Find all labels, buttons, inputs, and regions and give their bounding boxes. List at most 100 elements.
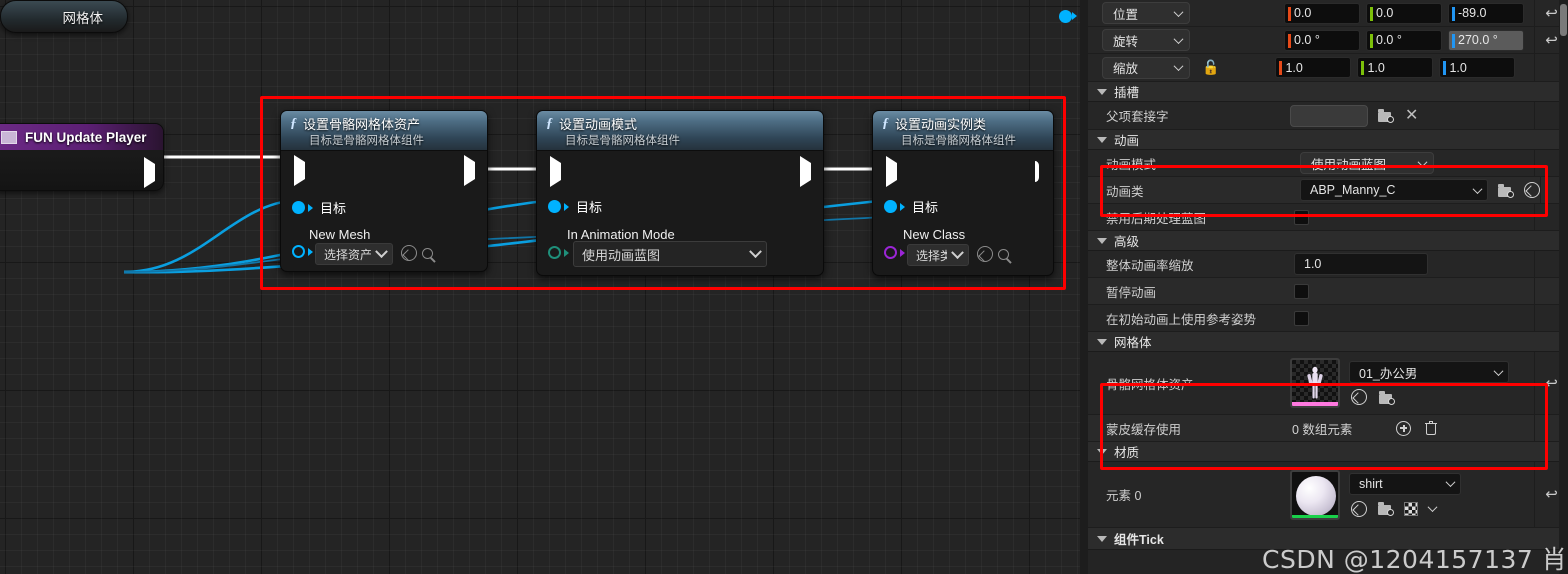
reset-arrow-icon[interactable] bbox=[1351, 500, 1367, 517]
row-use-ref-pose[interactable]: 在初始动画上使用参考姿势 bbox=[1088, 305, 1568, 332]
scale-z-field[interactable]: 1.0 bbox=[1439, 57, 1516, 78]
row-skeletal-mesh-asset[interactable]: 骨骼网格体资产 01_办公男 ↩ bbox=[1088, 352, 1568, 415]
row-label: 暂停动画 bbox=[1106, 285, 1157, 300]
delete-icon[interactable] bbox=[1425, 421, 1438, 435]
new-mesh-pin[interactable] bbox=[292, 245, 305, 258]
animation-mode-dropdown[interactable]: 使用动画蓝图 bbox=[573, 241, 767, 267]
rotation-x-field[interactable]: 0.0 ° bbox=[1284, 29, 1360, 51]
select-class-dropdown[interactable]: 选择类 bbox=[907, 244, 969, 266]
exec-in-pin[interactable] bbox=[294, 155, 305, 186]
new-class-tools[interactable] bbox=[977, 246, 1009, 262]
browse-magnifier-icon[interactable] bbox=[998, 248, 1009, 260]
browse-magnifier-icon[interactable] bbox=[422, 247, 433, 259]
transform-row-rotation[interactable]: 旋转 0.0 ° 0.0 ° 270.0 ° ↩ bbox=[1088, 27, 1568, 54]
row-parent-socket[interactable]: 父项套接字 ✕ bbox=[1088, 102, 1568, 130]
section-title: 插槽 bbox=[1114, 86, 1140, 100]
location-x-field[interactable]: 0.0 bbox=[1284, 2, 1360, 24]
section-header-advanced[interactable]: 高级 bbox=[1088, 231, 1568, 251]
function-node-set-animation-mode[interactable]: ƒ 设置动画模式 目标是骨骼网格体组件 目标 In Animation Mode bbox=[536, 110, 824, 276]
details-panel[interactable]: 位置 0.0 0.0 -89.0 ↩ 旋转 0.0 ° 0.0 ° 270.0 … bbox=[1088, 0, 1568, 574]
function-node-set-anim-instance-class[interactable]: ƒ 设置动画实例类 目标是骨骼网格体组件 目标 New Class 选择 bbox=[872, 110, 1054, 276]
new-mesh-pin-row[interactable] bbox=[292, 245, 313, 258]
animation-mode-dropdown[interactable]: 使用动画蓝图 bbox=[1300, 152, 1434, 174]
target-pin[interactable] bbox=[884, 200, 897, 213]
mannequin-thumbnail[interactable] bbox=[1290, 358, 1340, 408]
in-animation-mode-pin-row[interactable] bbox=[548, 246, 569, 259]
row-disable-postprocess[interactable]: 禁用后期处理蓝图 bbox=[1088, 204, 1568, 231]
scale-y-field[interactable]: 1.0 bbox=[1357, 57, 1434, 78]
transform-row-scale[interactable]: 缩放 🔓 1.0 1.0 1.0 bbox=[1088, 54, 1568, 82]
undo-arrow-icon: ↩ bbox=[1545, 486, 1558, 503]
exec-out-pin[interactable] bbox=[464, 155, 475, 186]
exec-in-pin[interactable] bbox=[886, 156, 897, 187]
browse-folder-icon[interactable] bbox=[1379, 390, 1395, 405]
anim-class-dropdown[interactable]: ABP_Manny_C bbox=[1300, 179, 1488, 201]
global-anim-rate-field[interactable]: 1.0 bbox=[1294, 253, 1428, 275]
reset-arrow-icon[interactable] bbox=[401, 245, 417, 261]
row-pause-anims[interactable]: 暂停动画 bbox=[1088, 278, 1568, 305]
section-header-component-tick[interactable]: 组件Tick bbox=[1088, 528, 1568, 550]
thumbnail-floor bbox=[1292, 514, 1338, 518]
row-anim-class[interactable]: 动画类 ABP_Manny_C bbox=[1088, 177, 1568, 204]
target-pin[interactable] bbox=[292, 201, 305, 214]
row-global-anim-rate-scale[interactable]: 整体动画率缩放 1.0 bbox=[1088, 251, 1568, 278]
target-pin-row[interactable]: 目标 bbox=[884, 197, 938, 216]
parent-socket-input[interactable] bbox=[1290, 104, 1368, 127]
section-header-mesh[interactable]: 网格体 bbox=[1088, 332, 1568, 352]
pause-anims-checkbox[interactable] bbox=[1294, 283, 1309, 299]
new-class-pin[interactable] bbox=[884, 246, 897, 259]
add-element-icon[interactable] bbox=[1396, 420, 1412, 436]
clear-x-icon[interactable]: ✕ bbox=[1405, 107, 1418, 124]
section-header-animation[interactable]: 动画 bbox=[1088, 130, 1568, 150]
section-title: 网格体 bbox=[1114, 336, 1152, 350]
row-animation-mode[interactable]: 动画模式 使用动画蓝图 bbox=[1088, 150, 1568, 177]
mesh-output-pin[interactable] bbox=[1059, 10, 1072, 23]
browse-folder-icon[interactable] bbox=[1378, 109, 1394, 123]
exec-in-pin[interactable] bbox=[550, 156, 561, 187]
blueprint-graph-canvas[interactable]: FUN Update Player 网格体 ƒ 设置骨骼网格体资产 目标是骨骼网… bbox=[0, 0, 1080, 574]
use-ref-pose-checkbox[interactable] bbox=[1294, 310, 1309, 326]
reset-arrow-icon[interactable] bbox=[977, 246, 993, 262]
row-element-0[interactable]: 元素 0 shirt ↩ bbox=[1088, 462, 1568, 528]
transform-row-location[interactable]: 位置 0.0 0.0 -89.0 ↩ bbox=[1088, 0, 1568, 27]
location-y-field[interactable]: 0.0 bbox=[1366, 2, 1442, 24]
in-animation-mode-pin[interactable] bbox=[548, 246, 561, 259]
select-asset-dropdown[interactable]: 选择资产 bbox=[315, 243, 393, 265]
material-dropdown[interactable]: shirt bbox=[1349, 472, 1461, 495]
exec-out-pin-unconnected[interactable] bbox=[1035, 161, 1039, 182]
target-pin-row[interactable]: 目标 bbox=[292, 198, 346, 217]
event-node-fun-update-player[interactable]: FUN Update Player bbox=[0, 123, 164, 191]
browse-folder-icon[interactable] bbox=[1498, 183, 1514, 198]
browse-folder-icon[interactable] bbox=[1378, 502, 1394, 516]
reset-arrow-icon[interactable] bbox=[1524, 182, 1540, 198]
section-header-socket[interactable]: 插槽 bbox=[1088, 82, 1568, 102]
rotation-z-field[interactable]: 270.0 ° bbox=[1448, 29, 1524, 51]
chevron-down-icon[interactable] bbox=[1427, 502, 1438, 513]
location-z-field[interactable]: -89.0 bbox=[1448, 2, 1524, 24]
disable-postprocess-checkbox[interactable] bbox=[1294, 209, 1309, 225]
panel-scrollbar[interactable] bbox=[1559, 0, 1568, 574]
unlock-icon[interactable]: 🔓 bbox=[1202, 59, 1219, 76]
scale-label: 缩放 bbox=[1113, 62, 1139, 76]
panel-scrollbar-thumb[interactable] bbox=[1560, 4, 1567, 36]
rotation-combo[interactable]: 旋转 bbox=[1102, 29, 1190, 51]
skeletal-mesh-dropdown[interactable]: 01_办公男 bbox=[1349, 361, 1509, 383]
variable-node-mesh[interactable]: 网格体 bbox=[0, 0, 1077, 33]
target-pin-row[interactable]: 目标 bbox=[548, 197, 602, 216]
target-pin[interactable] bbox=[548, 200, 561, 213]
function-node-subtitle: 目标是骨骼网格体组件 bbox=[309, 135, 424, 147]
scale-x-field[interactable]: 1.0 bbox=[1275, 57, 1352, 78]
sphere-material-thumbnail[interactable] bbox=[1290, 469, 1340, 520]
exec-out-pin[interactable] bbox=[800, 156, 811, 187]
new-mesh-tools[interactable] bbox=[401, 245, 433, 261]
section-header-materials[interactable]: 材质 bbox=[1088, 442, 1568, 462]
event-exec-out-pin[interactable] bbox=[144, 157, 155, 188]
reset-arrow-icon[interactable] bbox=[1351, 389, 1367, 405]
location-combo[interactable]: 位置 bbox=[1102, 2, 1190, 24]
scale-combo[interactable]: 缩放 bbox=[1102, 56, 1190, 79]
new-class-pin-row[interactable] bbox=[884, 246, 905, 259]
checkerboard-icon[interactable] bbox=[1404, 501, 1418, 516]
function-node-set-skeletal-mesh-asset[interactable]: ƒ 设置骨骼网格体资产 目标是骨骼网格体组件 目标 New Mesh 选择资产 bbox=[280, 110, 488, 272]
row-skin-cache-usage[interactable]: 蒙皮缓存使用 0 数组元素 bbox=[1088, 415, 1568, 442]
rotation-y-field[interactable]: 0.0 ° bbox=[1366, 29, 1442, 51]
